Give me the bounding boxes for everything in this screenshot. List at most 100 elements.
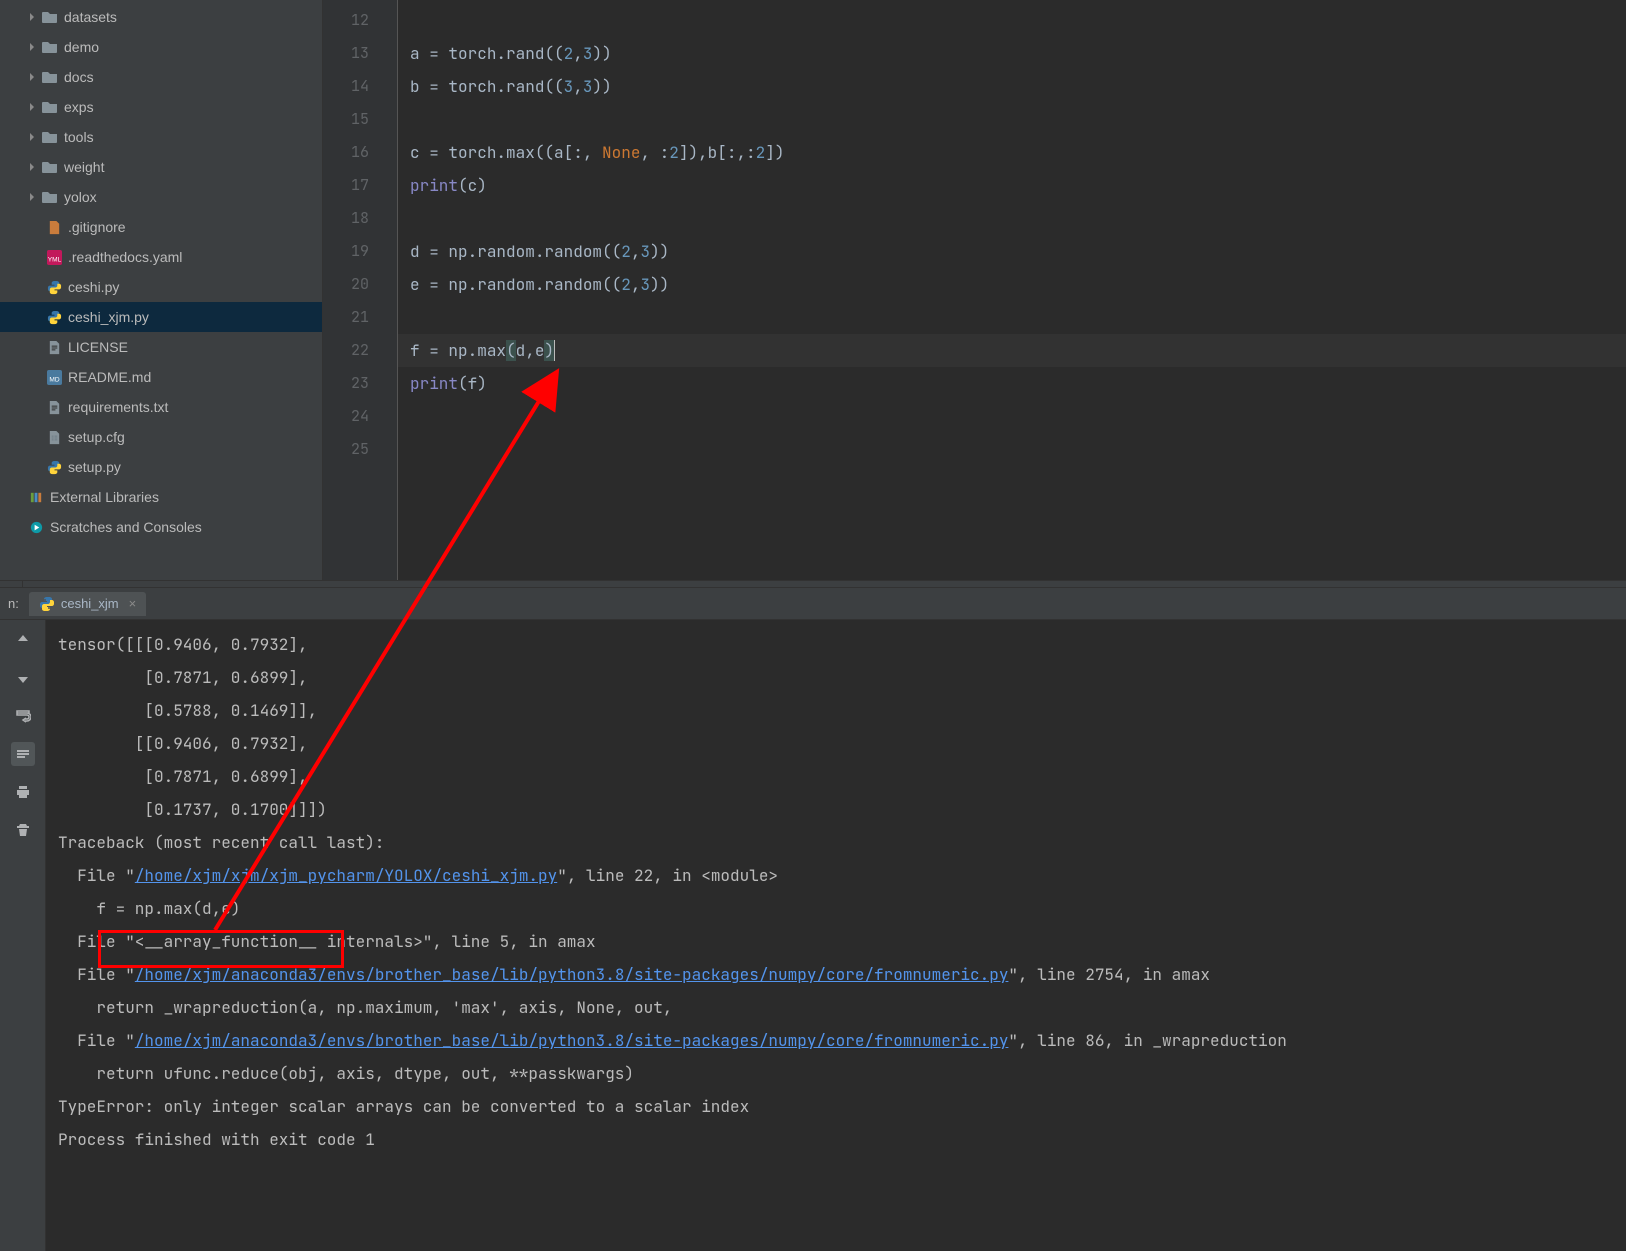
chevron-right-icon [26, 281, 42, 293]
chevron-right-icon[interactable] [26, 161, 38, 173]
code-line-20[interactable]: e = np.random.random((2,3)) [398, 268, 1626, 301]
tree-item-external-libraries[interactable]: External Libraries [0, 482, 322, 512]
scroll-down-icon[interactable] [11, 666, 35, 690]
line-number[interactable]: 19 [323, 235, 397, 268]
line-number[interactable]: 23 [323, 367, 397, 400]
soft-wrap-icon[interactable] [11, 704, 35, 728]
run-label: n: [8, 596, 19, 611]
console-line: Traceback (most recent call last): [58, 826, 1614, 859]
line-number[interactable]: 24 [323, 400, 397, 433]
run-tool-buttons [0, 620, 46, 1251]
chevron-right-icon[interactable] [26, 71, 38, 83]
tree-item-weight[interactable]: weight [0, 152, 322, 182]
chevron-right-icon[interactable] [26, 41, 38, 53]
tree-item--readthedocs-yaml[interactable]: YML .readthedocs.yaml [0, 242, 322, 272]
line-number[interactable]: 17 [323, 169, 397, 202]
cfg-icon [46, 429, 62, 445]
chevron-right-icon[interactable] [26, 11, 38, 23]
tree-item-yolox[interactable]: yolox [0, 182, 322, 212]
tree-item-license[interactable]: LICENSE [0, 332, 322, 362]
tree-item--gitignore[interactable]: .gitignore [0, 212, 322, 242]
code-line-13[interactable]: a = torch.rand((2,3)) [398, 37, 1626, 70]
chevron-right-icon [8, 491, 24, 503]
tree-item-setup-py[interactable]: setup.py [0, 452, 322, 482]
line-number[interactable]: 14 [323, 70, 397, 103]
scratch-icon [28, 519, 44, 535]
trash-icon[interactable] [11, 818, 35, 842]
folder-icon [42, 160, 58, 174]
chevron-right-icon [26, 251, 42, 263]
code-line-21[interactable] [398, 301, 1626, 334]
console-line: File "/home/xjm/anaconda3/envs/brother_b… [58, 958, 1614, 991]
code-line-15[interactable] [398, 103, 1626, 136]
traceback-file-link[interactable]: /home/xjm/anaconda3/envs/brother_base/li… [135, 964, 1009, 985]
svg-text:YML: YML [47, 256, 61, 263]
chevron-right-icon[interactable] [26, 101, 38, 113]
line-number[interactable]: 15 [323, 103, 397, 136]
code-line-17[interactable]: print(c) [398, 169, 1626, 202]
chevron-right-icon [26, 311, 42, 323]
close-icon[interactable]: × [129, 596, 137, 611]
code-line-22[interactable]: f = np.max(d,e) [398, 334, 1626, 367]
code-line-25[interactable] [398, 433, 1626, 466]
console-line: File "<__array_function__ internals>", l… [58, 925, 1614, 958]
tree-item-ceshi-xjm-py[interactable]: ceshi_xjm.py [0, 302, 322, 332]
tree-item-tools[interactable]: tools [0, 122, 322, 152]
line-number[interactable]: 16 [323, 136, 397, 169]
tree-item-datasets[interactable]: datasets [0, 2, 322, 32]
line-number[interactable]: 12 [323, 4, 397, 37]
line-number[interactable]: 20 [323, 268, 397, 301]
run-tool-window-tabs: n: ceshi_xjm × [0, 588, 1626, 620]
console-line: [0.1737, 0.1700]]]) [58, 793, 1614, 826]
tree-item-docs[interactable]: docs [0, 62, 322, 92]
run-tab-ceshi-xjm[interactable]: ceshi_xjm × [29, 592, 146, 616]
code-line-16[interactable]: c = torch.max((a[:, None, :2]),b[:,:2]) [398, 136, 1626, 169]
console-line: [[0.9406, 0.7932], [58, 727, 1614, 760]
code-editor[interactable]: 1213141516171819202122232425 a = torch.r… [323, 0, 1626, 580]
tree-item-demo[interactable]: demo [0, 32, 322, 62]
code-line-12[interactable] [398, 4, 1626, 37]
code-line-14[interactable]: b = torch.rand((3,3)) [398, 70, 1626, 103]
yaml-icon: YML [46, 249, 62, 265]
tree-item-readme-md[interactable]: MDREADME.md [0, 362, 322, 392]
line-number[interactable]: 22 [323, 334, 397, 367]
tree-item-setup-cfg[interactable]: setup.cfg [0, 422, 322, 452]
chevron-right-icon[interactable] [26, 191, 38, 203]
traceback-file-link[interactable]: /home/xjm/xjm/xjm_pycharm/YOLOX/ceshi_xj… [135, 865, 557, 886]
code-line-23[interactable]: print(f) [398, 367, 1626, 400]
print-icon[interactable] [11, 780, 35, 804]
tree-item-scratches-and-consoles[interactable]: Scratches and Consoles [0, 512, 322, 542]
tree-item-requirements-txt[interactable]: requirements.txt [0, 392, 322, 422]
pane-resize-bar[interactable] [0, 580, 1626, 588]
tree-item-label: Scratches and Consoles [50, 519, 202, 535]
line-number[interactable]: 18 [323, 202, 397, 235]
line-number[interactable]: 13 [323, 37, 397, 70]
code-line-19[interactable]: d = np.random.random((2,3)) [398, 235, 1626, 268]
svg-text:MD: MD [49, 376, 59, 383]
scroll-up-icon[interactable] [11, 628, 35, 652]
console-line: TypeError: only integer scalar arrays ca… [58, 1090, 1614, 1123]
console-line: [0.7871, 0.6899], [58, 661, 1614, 694]
console-output[interactable]: tensor([[[0.9406, 0.7932], [0.7871, 0.68… [46, 620, 1626, 1251]
traceback-file-link[interactable]: /home/xjm/anaconda3/envs/brother_base/li… [135, 1030, 1009, 1051]
code-content[interactable]: a = torch.rand((2,3)) b = torch.rand((3,… [398, 0, 1626, 580]
code-line-24[interactable] [398, 400, 1626, 433]
line-number[interactable]: 21 [323, 301, 397, 334]
chevron-right-icon[interactable] [26, 131, 38, 143]
line-number[interactable]: 25 [323, 433, 397, 466]
md-icon: MD [46, 369, 62, 385]
py-icon [46, 279, 62, 295]
tree-item-label: requirements.txt [68, 399, 168, 415]
code-line-18[interactable] [398, 202, 1626, 235]
project-tree[interactable]: datasets demo docsexpstools weight yolox.git… [0, 0, 323, 580]
tree-item-label: demo [64, 39, 99, 55]
scroll-to-end-icon[interactable] [11, 742, 35, 766]
txt-icon [46, 339, 62, 355]
tree-item-exps[interactable]: exps [0, 92, 322, 122]
py-icon [46, 459, 62, 475]
console-line: Process finished with exit code 1 [58, 1123, 1614, 1156]
tree-item-label: .readthedocs.yaml [68, 249, 182, 265]
tree-item-label: weight [64, 159, 104, 175]
folder-icon [42, 10, 58, 24]
tree-item-ceshi-py[interactable]: ceshi.py [0, 272, 322, 302]
